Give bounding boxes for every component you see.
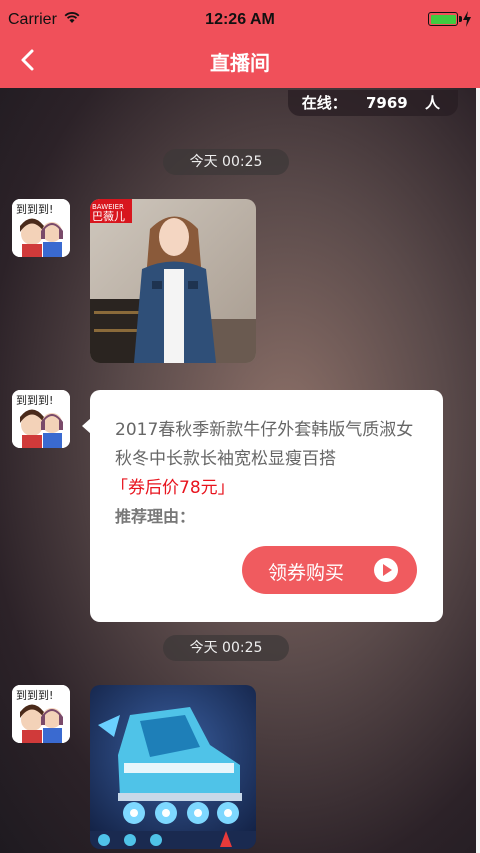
bubble-arrow <box>82 418 91 434</box>
avatar[interactable]: 到到到! <box>12 685 70 743</box>
online-label: 在线： <box>301 94 347 112</box>
page-title: 直播间 <box>210 51 270 75</box>
recommend-reason-label: 推荐理由： <box>115 507 196 526</box>
cartoon-avatar-icon: 到到到! <box>12 685 70 743</box>
online-count-badge: 在线： 7969 人 <box>287 90 458 116</box>
svg-text:到到到!: 到到到! <box>16 394 53 407</box>
timestamp-pill: 今天 00:25 <box>163 149 289 175</box>
scroll-edge <box>476 88 480 853</box>
battery-icon <box>428 12 462 26</box>
charging-icon <box>463 11 471 27</box>
cartoon-avatar-icon: 到到到! <box>12 199 70 257</box>
timestamp-pill: 今天 00:25 <box>163 635 289 661</box>
cartoon-avatar-icon: 到到到! <box>12 390 70 448</box>
buy-button-label: 领券购买 <box>268 562 345 584</box>
brand-label: 巴薇儿 <box>92 210 125 223</box>
top-bar: Carrier 12:26 AM 直播间 <box>0 0 480 88</box>
status-bar: Carrier 12:26 AM <box>0 0 480 38</box>
get-coupon-buy-button[interactable]: 领券购买 <box>242 546 417 594</box>
product-card[interactable]: 2017春秋季新款牛仔外套韩版气质淑女秋冬中长款长袖宽松显瘦百搭 「券后价78元… <box>82 390 443 622</box>
avatar[interactable]: 到到到! <box>12 199 70 257</box>
avatar[interactable]: 到到到! <box>12 390 70 448</box>
svg-text:到到到!: 到到到! <box>16 203 53 216</box>
product-description: 2017春秋季新款牛仔外套韩版气质淑女秋冬中长款长袖宽松显瘦百搭 <box>115 420 414 469</box>
product-photo-jacket[interactable]: BAWEIER 巴薇儿 <box>90 199 256 363</box>
chat-area[interactable]: 在线： 7969 人 今天 00:25 到到到! BAWEIER 巴薇儿 到到到… <box>0 88 476 853</box>
online-count: 7969 <box>366 94 408 112</box>
product-photo-skate[interactable] <box>90 685 256 849</box>
play-circle-icon <box>374 558 398 582</box>
status-time: 12:26 AM <box>205 11 275 28</box>
svg-text:到到到!: 到到到! <box>16 689 53 702</box>
coupon-price: 「券后价78元」 <box>111 478 235 498</box>
online-unit: 人 <box>424 94 440 112</box>
